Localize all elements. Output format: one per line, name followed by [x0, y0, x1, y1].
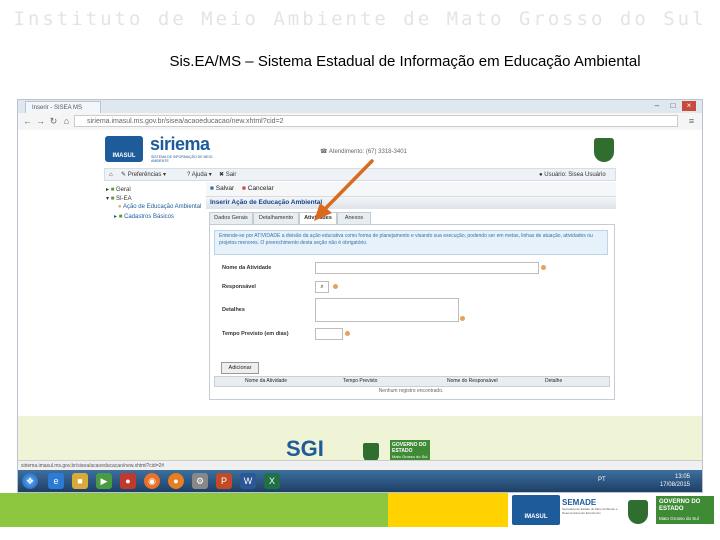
- home-menu-icon[interactable]: ⌂: [109, 169, 113, 181]
- menu-sair-label: Sair: [225, 172, 237, 178]
- government-footer-title: GOVERNO DO ESTADO: [659, 499, 701, 512]
- save-label: Salvar: [215, 185, 235, 192]
- start-icon[interactable]: ❖: [22, 473, 38, 489]
- folder-icon[interactable]: ■: [72, 473, 88, 489]
- state-crest-icon: [628, 500, 648, 524]
- address-bar: ← → ↻ ⌂ siriema.imasul.ms.gov.br/sisea/a…: [18, 113, 702, 131]
- imasul-logo: IMASUL: [105, 136, 143, 162]
- tree-item-geral-label: Geral: [115, 187, 131, 193]
- menu-sair[interactable]: ✖ Sair: [219, 169, 236, 181]
- save-icon: ■: [210, 185, 214, 192]
- column-header[interactable]: Tempo Previsto: [343, 377, 377, 386]
- menu-preferencias-label: Preferências: [127, 172, 162, 178]
- word-icon[interactable]: W: [240, 473, 256, 489]
- siriema-logo: siriema: [150, 134, 210, 154]
- menu-ajuda[interactable]: ? Ajuda ▾: [187, 169, 212, 181]
- column-header[interactable]: Nome da Atividade: [245, 377, 287, 386]
- tempo-previsto-input[interactable]: [315, 328, 343, 340]
- slide-subtitle: Sis.EA/MS – Sistema Estadual de Informaç…: [169, 53, 641, 70]
- main-panel: ■ Salvar ■ Cancelar Inserir Ação de Educ…: [206, 182, 616, 412]
- tree-item-acao[interactable]: ● Ação de Educação Ambiental: [118, 204, 201, 210]
- language-indicator[interactable]: PT: [598, 477, 606, 483]
- add-button[interactable]: Adicionar: [221, 362, 259, 374]
- clock-time: 13:05: [674, 474, 690, 480]
- column-header[interactable]: Detalhe: [545, 377, 562, 386]
- sgi-logo: SGI: [286, 436, 324, 461]
- search-icon[interactable]: ⌕: [315, 281, 329, 293]
- user-label: Usuário: Sisea Usuário: [544, 172, 606, 178]
- required-icon: [333, 284, 338, 289]
- empty-message: Nenhum registro encontrado.: [378, 388, 444, 394]
- tree-item-acao-label: Ação de Educação Ambiental: [122, 204, 202, 210]
- firefox-icon[interactable]: ●: [168, 473, 184, 489]
- nome-atividade-input[interactable]: [315, 262, 539, 274]
- field-label-detalhes: Detalhes: [222, 307, 245, 313]
- system-clock[interactable]: 13:05 17/08/2015: [660, 473, 690, 489]
- highlight-arrow: [314, 159, 374, 221]
- maximize-icon[interactable]: □: [666, 101, 680, 111]
- imasul-footer-logo: IMASUL: [512, 495, 560, 525]
- grid-header: Nome da Atividade Tempo Previsto Nome do…: [214, 376, 610, 387]
- app-footer-background: [18, 416, 702, 460]
- clock-date: 17/08/2015: [659, 482, 690, 488]
- minimize-icon[interactable]: –: [650, 101, 664, 111]
- required-icon: [460, 316, 465, 321]
- tree-item-cadastros[interactable]: ▸ ■ Cadastros Básicos: [114, 213, 174, 220]
- tool-icon[interactable]: ⚙: [192, 473, 208, 489]
- semade-subtitle: Secretaria de Estado de Meio Ambiente e …: [562, 507, 618, 515]
- phone-contact: ☎ Atendimento: (67) 3318-3401: [320, 149, 407, 155]
- reload-icon[interactable]: ↻: [48, 116, 59, 127]
- excel-icon[interactable]: X: [264, 473, 280, 489]
- slide-header: Instituto de Meio Ambiente de Mato Gross…: [13, 8, 707, 30]
- menu-ajuda-label: Ajuda: [191, 172, 208, 178]
- footer-yellow-stripe: [388, 493, 508, 527]
- menu-icon[interactable]: ≡: [686, 116, 697, 127]
- back-icon[interactable]: ←: [22, 116, 33, 127]
- state-crest-icon: [594, 138, 614, 162]
- tree-item-geral[interactable]: ▸ ■ Geral: [106, 186, 131, 193]
- menu-preferencias[interactable]: ✎ Preferências ▾: [121, 169, 166, 181]
- field-label-nome: Nome da Atividade: [222, 265, 272, 271]
- tree-item-siea[interactable]: ▾ ■ SI-EA: [106, 195, 132, 202]
- footer-green-stripe: [0, 493, 388, 527]
- cancel-button[interactable]: ■ Cancelar: [242, 182, 274, 196]
- forward-icon[interactable]: →: [35, 116, 46, 127]
- app-icon[interactable]: ●: [120, 473, 136, 489]
- user-info[interactable]: ● Usuário: Sisea Usuário: [539, 169, 606, 181]
- browser-titlebar: Inserir - SISEA MS – □ ×: [18, 100, 702, 113]
- save-button[interactable]: ■ Salvar: [210, 182, 234, 196]
- tab-content: Entende-se por ATIVIDADE a divisão da aç…: [209, 224, 615, 400]
- browser-tab[interactable]: Inserir - SISEA MS: [25, 101, 101, 113]
- siriema-subtitle: SISTEMA DE INFORMAÇÃO DE MEIO AMBIENTE: [151, 155, 213, 163]
- media-icon[interactable]: ▶: [96, 473, 112, 489]
- windows-taskbar: ❖ e ■ ▶ ● ◉ ● ⚙ P W X PT 13:05 17/08/201…: [18, 470, 702, 492]
- detalhes-textarea[interactable]: [315, 298, 459, 322]
- panel-title: Inserir Ação de Educação Ambiental: [206, 197, 616, 209]
- ie-icon[interactable]: e: [48, 473, 64, 489]
- government-footer-logo: GOVERNO DO ESTADO Mato Grosso do Sul: [656, 496, 714, 524]
- powerpoint-icon[interactable]: P: [216, 473, 232, 489]
- field-label-prazo: Tempo Previsto (em dias): [222, 331, 289, 337]
- home-icon[interactable]: ⌂: [61, 116, 72, 127]
- close-icon[interactable]: ×: [682, 101, 696, 111]
- government-footer-subtitle: Mato Grosso do Sul: [659, 516, 699, 521]
- tree-item-cadastros-label: Cadastros Básicos: [123, 214, 175, 220]
- cancel-label: Cancelar: [247, 185, 274, 192]
- tree-item-siea-label: SI-EA: [115, 196, 132, 202]
- column-header[interactable]: Nome do Responsável: [447, 377, 498, 386]
- field-label-responsavel: Responsável: [222, 284, 256, 290]
- semade-logo: SEMADE: [562, 498, 597, 507]
- chrome-icon[interactable]: ◉: [144, 473, 160, 489]
- navigation-tree: ▸ ■ Geral ▾ ■ SI-EA ● Ação de Educação A…: [104, 182, 204, 412]
- cancel-icon: ■: [242, 185, 246, 192]
- required-icon: [345, 331, 350, 336]
- info-box: Entende-se por ATIVIDADE a divisão da aç…: [214, 230, 608, 255]
- required-icon: [541, 265, 546, 270]
- toolbar: ■ Salvar ■ Cancelar: [206, 182, 616, 197]
- status-url: siriema.imasul.ms.gov.br/sisea/acaoeduca…: [21, 463, 165, 469]
- url-input[interactable]: siriema.imasul.ms.gov.br/sisea/acaoeduca…: [74, 115, 678, 127]
- tab-strip: Dados Gerais Detalhamento Atividades Ane…: [209, 212, 613, 225]
- government-title: GOVERNO DO ESTADO: [392, 442, 427, 454]
